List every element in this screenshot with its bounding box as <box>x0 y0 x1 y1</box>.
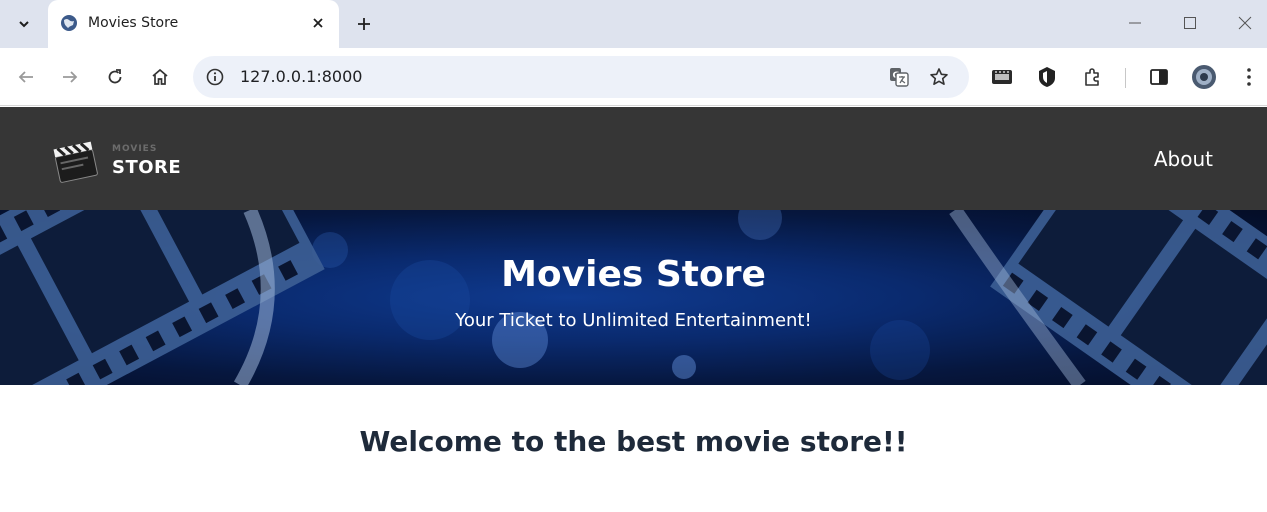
hero-subtitle: Your Ticket to Unlimited Entertainment! <box>455 310 812 331</box>
plus-icon <box>358 18 370 30</box>
close-icon <box>1238 16 1252 30</box>
browser-menu-button[interactable] <box>1232 60 1266 94</box>
side-panel-icon <box>1150 69 1168 85</box>
toolbar-separator <box>1125 68 1126 88</box>
extension-button-2[interactable] <box>1030 60 1064 94</box>
welcome-heading: Welcome to the best movie store!! <box>359 425 908 458</box>
back-button[interactable] <box>9 60 43 94</box>
globe-icon <box>61 15 77 31</box>
bookmark-button[interactable] <box>926 64 952 90</box>
star-icon <box>930 68 948 85</box>
maximize-icon <box>1184 17 1196 29</box>
tab-search-button[interactable] <box>10 10 38 38</box>
brand-name: STORE <box>112 157 182 178</box>
avatar-icon <box>1192 65 1216 89</box>
tab-close-button[interactable] <box>307 12 329 34</box>
url-text: 127.0.0.1:8000 <box>240 67 363 86</box>
forward-button[interactable] <box>53 60 87 94</box>
translate-icon: G <box>890 68 909 87</box>
info-icon <box>206 68 224 86</box>
hero-banner: Movies Store Your Ticket to Unlimited En… <box>0 210 1267 385</box>
home-icon <box>152 68 168 85</box>
tab-title: Movies Store <box>88 15 179 31</box>
close-icon <box>313 18 323 28</box>
extensions-menu-button[interactable] <box>1075 60 1109 94</box>
arrow-right-icon <box>63 71 78 83</box>
brand-subtitle: MOVIES <box>112 144 158 154</box>
close-window-button[interactable] <box>1222 4 1267 42</box>
reload-button[interactable] <box>98 60 132 94</box>
browser-toolbar: 127.0.0.1:8000 G <box>0 48 1267 106</box>
hero-title: Movies Store <box>501 254 766 295</box>
chevron-down-icon <box>19 21 29 28</box>
film-extension-icon <box>992 70 1012 84</box>
more-vertical-icon <box>1247 68 1251 86</box>
site-info-button[interactable] <box>203 65 227 89</box>
profile-avatar-button[interactable] <box>1187 60 1221 94</box>
arrow-left-icon <box>18 71 33 83</box>
site-navbar: MOVIES STORE About <box>0 107 1267 210</box>
tab-strip: Movies Store <box>0 0 1267 48</box>
puzzle-icon <box>1085 68 1099 86</box>
film-strip-background <box>0 210 1267 385</box>
translate-button[interactable]: G <box>886 64 912 90</box>
reload-icon <box>108 69 122 84</box>
new-tab-button[interactable] <box>350 10 378 38</box>
extension-button-1[interactable] <box>985 60 1019 94</box>
minimize-icon <box>1129 22 1141 24</box>
browser-tab[interactable]: Movies Store <box>48 0 339 48</box>
address-bar[interactable]: 127.0.0.1:8000 G <box>193 56 969 98</box>
brand-logo-link[interactable]: MOVIES STORE <box>52 133 192 185</box>
nav-about-link[interactable]: About <box>1154 147 1213 171</box>
shield-icon <box>1039 67 1055 87</box>
clapperboard-icon <box>53 141 98 183</box>
minimize-button[interactable] <box>1112 4 1158 42</box>
side-panel-button[interactable] <box>1142 60 1176 94</box>
home-button[interactable] <box>143 60 177 94</box>
maximize-button[interactable] <box>1167 4 1213 42</box>
